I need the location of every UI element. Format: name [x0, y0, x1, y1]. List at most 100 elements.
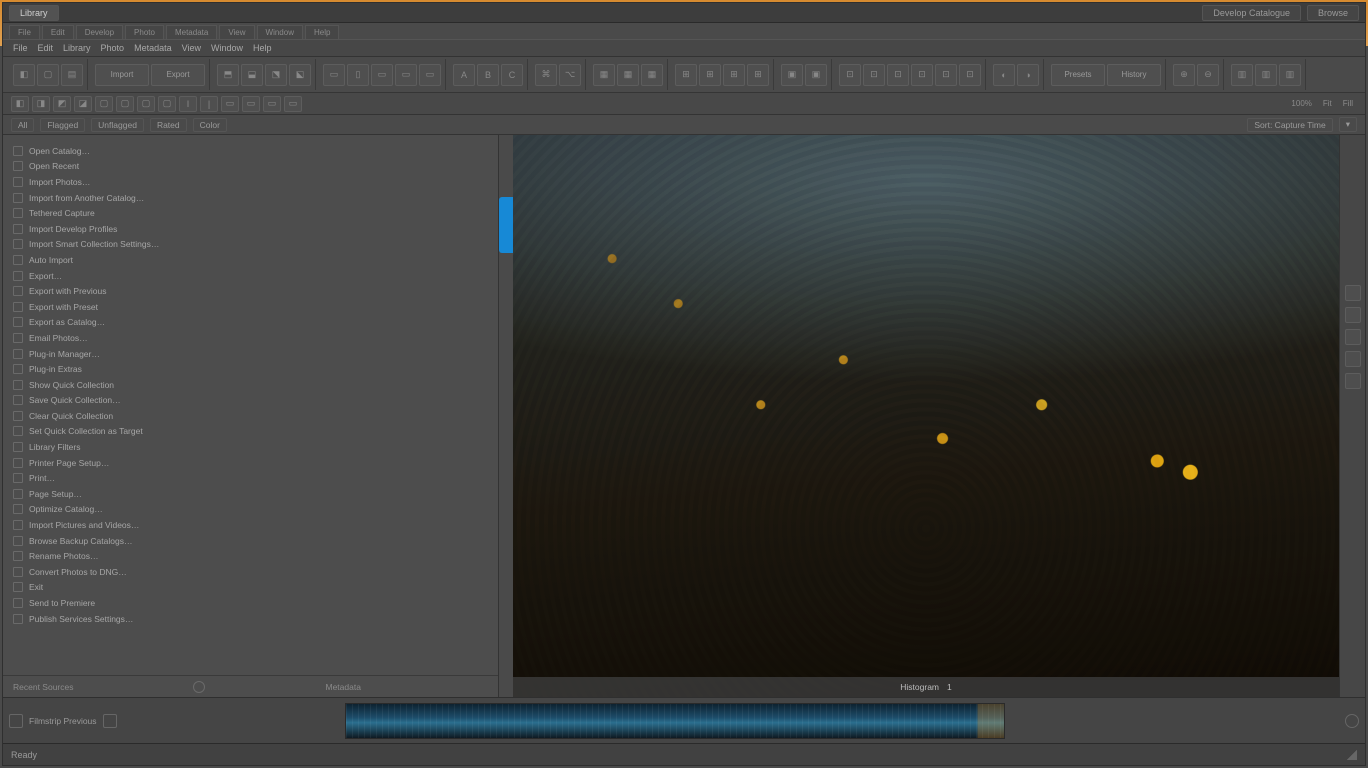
command-list-item[interactable]: Export…	[13, 268, 488, 284]
command-list-item[interactable]: Tethered Capture	[13, 205, 488, 221]
command-list-item[interactable]: Plug-in Manager…	[13, 346, 488, 362]
toolbar-button[interactable]: ⊞	[723, 64, 745, 86]
toolbar-button[interactable]: ▢	[37, 64, 59, 86]
filter-chip[interactable]: Unflagged	[91, 118, 144, 132]
command-list-item[interactable]: Plug-in Extras	[13, 361, 488, 377]
menu-help[interactable]: Help	[253, 43, 272, 53]
filter-chip[interactable]: Rated	[150, 118, 187, 132]
toolbar-button[interactable]: I	[179, 96, 197, 112]
toolbar-button[interactable]: ⊡	[839, 64, 861, 86]
toolbar-button[interactable]: ▭	[323, 64, 345, 86]
command-list-item[interactable]: Import Photos…	[13, 174, 488, 190]
toolbar-button[interactable]: ⬒	[217, 64, 239, 86]
toolbar-button[interactable]: B	[477, 64, 499, 86]
command-list-item[interactable]: Page Setup…	[13, 486, 488, 502]
menu-window[interactable]: Window	[211, 43, 243, 53]
toolbar-button[interactable]: ▥	[1279, 64, 1301, 86]
ws-tab[interactable]: File	[9, 25, 40, 39]
ws-tab[interactable]: View	[219, 25, 254, 39]
filmstrip-options-icon[interactable]	[1345, 714, 1359, 728]
toolbar-button[interactable]: ◧	[13, 64, 35, 86]
toolbar-button[interactable]: ▢	[116, 96, 134, 112]
preview-viewport[interactable]: Histogram 1	[513, 135, 1339, 697]
toolbar-button[interactable]: ⊡	[887, 64, 909, 86]
zoom-label[interactable]: 100%	[1287, 99, 1315, 108]
panel-collapse-grip[interactable]	[499, 197, 513, 253]
filmstrip[interactable]	[345, 703, 1005, 739]
command-list-item[interactable]: Set Quick Collection as Target	[13, 424, 488, 440]
menu-photo[interactable]: Photo	[101, 43, 125, 53]
toolbar-button[interactable]: A	[453, 64, 475, 86]
crop-icon[interactable]	[1345, 285, 1361, 301]
ws-tab[interactable]: Metadata	[166, 25, 217, 39]
history-icon[interactable]	[193, 681, 205, 693]
toolbar-button[interactable]: ◧	[11, 96, 29, 112]
toolbar-button[interactable]: Import	[95, 64, 149, 86]
toolbar-button[interactable]: ▭	[221, 96, 239, 112]
spot-icon[interactable]	[1345, 373, 1361, 389]
toolbar-button[interactable]: ▭	[419, 64, 441, 86]
toolbar-button[interactable]: ▭	[242, 96, 260, 112]
toolbar-button[interactable]: ⌥	[559, 64, 581, 86]
ws-tab[interactable]: Edit	[42, 25, 74, 39]
toolbar-button[interactable]: Presets	[1051, 64, 1105, 86]
toolbar-button[interactable]: ▭	[284, 96, 302, 112]
toolbar-button[interactable]: ▣	[781, 64, 803, 86]
menu-edit[interactable]: Edit	[38, 43, 54, 53]
toolbar-button[interactable]: |	[200, 96, 218, 112]
command-list-item[interactable]: Export as Catalog…	[13, 315, 488, 331]
toolbar-button[interactable]: ⊡	[863, 64, 885, 86]
ws-tab[interactable]: Develop	[76, 25, 123, 39]
grid-view-icon[interactable]	[9, 714, 23, 728]
toolbar-button[interactable]: ▣	[805, 64, 827, 86]
command-list-item[interactable]: Send to Premiere	[13, 595, 488, 611]
toolbar-button[interactable]: ⬓	[241, 64, 263, 86]
command-list-item[interactable]: Save Quick Collection…	[13, 393, 488, 409]
command-list-item[interactable]: Exit	[13, 580, 488, 596]
toolbar-button[interactable]: ⊡	[959, 64, 981, 86]
toolbar-button[interactable]: ⬕	[289, 64, 311, 86]
toolbar-button[interactable]: ⊖	[1197, 64, 1219, 86]
radial-icon[interactable]	[1345, 351, 1361, 367]
toolbar-button[interactable]: C	[501, 64, 523, 86]
command-list-item[interactable]: Import Smart Collection Settings…	[13, 237, 488, 253]
toolbar-button[interactable]: ⊕	[1173, 64, 1195, 86]
command-list-item[interactable]: Import Pictures and Videos…	[13, 517, 488, 533]
command-list-item[interactable]: Open Recent	[13, 159, 488, 175]
toolbar-button[interactable]: ⊡	[935, 64, 957, 86]
command-list-item[interactable]: Library Filters	[13, 439, 488, 455]
toolbar-button[interactable]: Export	[151, 64, 205, 86]
menu-view[interactable]: View	[182, 43, 201, 53]
command-list-item[interactable]: Show Quick Collection	[13, 377, 488, 393]
toolbar-button[interactable]: ▭	[263, 96, 281, 112]
title-tab-browse[interactable]: Browse	[1307, 5, 1359, 21]
toolbar-button[interactable]: ▥	[1231, 64, 1253, 86]
toolbar-button[interactable]: ▦	[641, 64, 663, 86]
sort-control[interactable]: Sort: Capture Time	[1247, 118, 1332, 132]
brush-icon[interactable]	[1345, 307, 1361, 323]
toolbar-button[interactable]: ▢	[137, 96, 155, 112]
command-list-item[interactable]: Optimize Catalog…	[13, 502, 488, 518]
menu-library[interactable]: Library	[63, 43, 91, 53]
title-tab-develop[interactable]: Develop Catalogue	[1202, 5, 1301, 21]
command-list-item[interactable]: Auto Import	[13, 252, 488, 268]
zoom-label[interactable]: Fill	[1339, 99, 1357, 108]
command-list-item[interactable]: Printer Page Setup…	[13, 455, 488, 471]
title-tab-library[interactable]: Library	[9, 5, 59, 21]
ws-tab[interactable]: Photo	[125, 25, 164, 39]
toolbar-button[interactable]: ◑	[1017, 64, 1039, 86]
command-list-item[interactable]: Publish Services Settings…	[13, 611, 488, 627]
command-list-item[interactable]: Print…	[13, 470, 488, 486]
toolbar-button[interactable]: ⊞	[699, 64, 721, 86]
toolbar-button[interactable]: ◐	[993, 64, 1015, 86]
toolbar-button[interactable]: ▥	[1255, 64, 1277, 86]
toolbar-button[interactable]: ⊡	[911, 64, 933, 86]
menu-file[interactable]: File	[13, 43, 28, 53]
command-list-item[interactable]: Export with Preset	[13, 299, 488, 315]
toolbar-button[interactable]: ◩	[53, 96, 71, 112]
command-list-item[interactable]: Clear Quick Collection	[13, 408, 488, 424]
toolbar-button[interactable]: ⊞	[747, 64, 769, 86]
toolbar-button[interactable]: ⬔	[265, 64, 287, 86]
prev-icon[interactable]	[103, 714, 117, 728]
toolbar-button[interactable]: ◪	[74, 96, 92, 112]
